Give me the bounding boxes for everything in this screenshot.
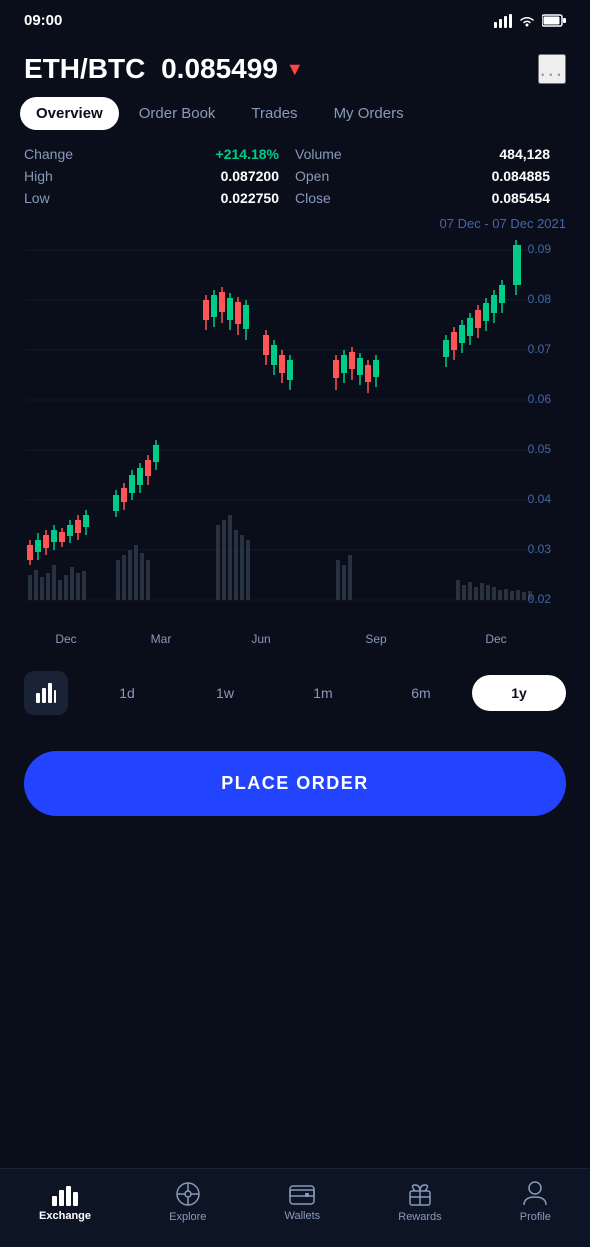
rewards-icon — [407, 1181, 433, 1207]
explore-icon — [175, 1181, 201, 1207]
pair-arrow-icon: ▼ — [286, 59, 304, 80]
stat-close: Close 0.085454 — [295, 190, 566, 206]
stats-grid: Change +214.18% Volume 484,128 High 0.08… — [0, 146, 590, 206]
stat-high: High 0.087200 — [24, 168, 295, 184]
nav-explore[interactable]: Explore — [169, 1181, 206, 1223]
svg-text:Dec: Dec — [55, 632, 76, 646]
tab-overview[interactable]: Overview — [20, 97, 119, 130]
svg-text:0.09: 0.09 — [528, 242, 552, 256]
time-btn-1m[interactable]: 1m — [276, 675, 370, 711]
tabs-container: Overview Order Book Trades My Orders — [0, 97, 590, 130]
wallets-icon — [289, 1182, 315, 1206]
time: 09:00 — [24, 12, 62, 29]
svg-text:0.05: 0.05 — [528, 442, 552, 456]
nav-wallets[interactable]: Wallets — [285, 1182, 321, 1222]
nav-rewards[interactable]: Rewards — [398, 1181, 441, 1223]
chart-container: 0.09 0.08 0.07 0.06 0.05 0.04 0.03 0.02 — [16, 235, 574, 655]
time-btn-1w[interactable]: 1w — [178, 675, 272, 711]
chart-date: 07 Dec - 07 Dec 2021 — [0, 216, 590, 231]
header: ETH/BTC 0.085499 ▼ ... — [0, 37, 590, 97]
svg-text:0.03: 0.03 — [528, 542, 552, 556]
svg-text:0.06: 0.06 — [528, 392, 552, 406]
tab-orderbook[interactable]: Order Book — [123, 97, 232, 130]
time-btn-6m[interactable]: 6m — [374, 675, 468, 711]
stat-change: Change +214.18% — [24, 146, 295, 162]
nav-explore-label: Explore — [169, 1211, 206, 1223]
signal-icon — [494, 14, 512, 28]
status-bar: 09:00 — [0, 0, 590, 37]
stat-low: Low 0.022750 — [24, 190, 295, 206]
more-button[interactable]: ... — [538, 54, 566, 84]
nav-profile-label: Profile — [520, 1211, 551, 1223]
bottom-nav: Exchange Explore Wallets Rewards — [0, 1168, 590, 1247]
pair-price[interactable]: ETH/BTC 0.085499 ▼ — [24, 53, 304, 85]
status-icons — [494, 14, 566, 28]
tab-trades[interactable]: Trades — [235, 97, 313, 130]
svg-text:Dec: Dec — [485, 632, 506, 646]
svg-text:Sep: Sep — [365, 632, 387, 646]
battery-icon — [542, 14, 566, 27]
chart-type-button[interactable] — [24, 671, 68, 715]
tab-myorders[interactable]: My Orders — [318, 97, 420, 130]
svg-text:0.08: 0.08 — [528, 292, 552, 306]
svg-text:Jun: Jun — [251, 632, 270, 646]
nav-rewards-label: Rewards — [398, 1211, 441, 1223]
price-chart: 0.09 0.08 0.07 0.06 0.05 0.04 0.03 0.02 — [16, 235, 574, 655]
stat-open: Open 0.084885 — [295, 168, 566, 184]
place-order-button[interactable]: PLACE ORDER — [24, 751, 566, 816]
svg-text:0.07: 0.07 — [528, 342, 552, 356]
svg-text:Mar: Mar — [151, 632, 172, 646]
time-controls: 1d 1w 1m 6m 1y — [0, 655, 590, 731]
wifi-icon — [518, 14, 536, 28]
bar-chart-icon — [35, 683, 57, 703]
time-btn-1y[interactable]: 1y — [472, 675, 566, 711]
svg-text:0.04: 0.04 — [528, 492, 552, 506]
nav-wallets-label: Wallets — [285, 1210, 321, 1222]
stat-volume: Volume 484,128 — [295, 146, 566, 162]
nav-profile[interactable]: Profile — [520, 1181, 551, 1223]
time-btn-1d[interactable]: 1d — [80, 675, 174, 711]
nav-exchange[interactable]: Exchange — [39, 1182, 91, 1222]
pair-label: ETH/BTC 0.085499 — [24, 53, 278, 85]
nav-exchange-label: Exchange — [39, 1210, 91, 1222]
exchange-icon — [51, 1182, 79, 1206]
profile-icon — [523, 1181, 547, 1207]
